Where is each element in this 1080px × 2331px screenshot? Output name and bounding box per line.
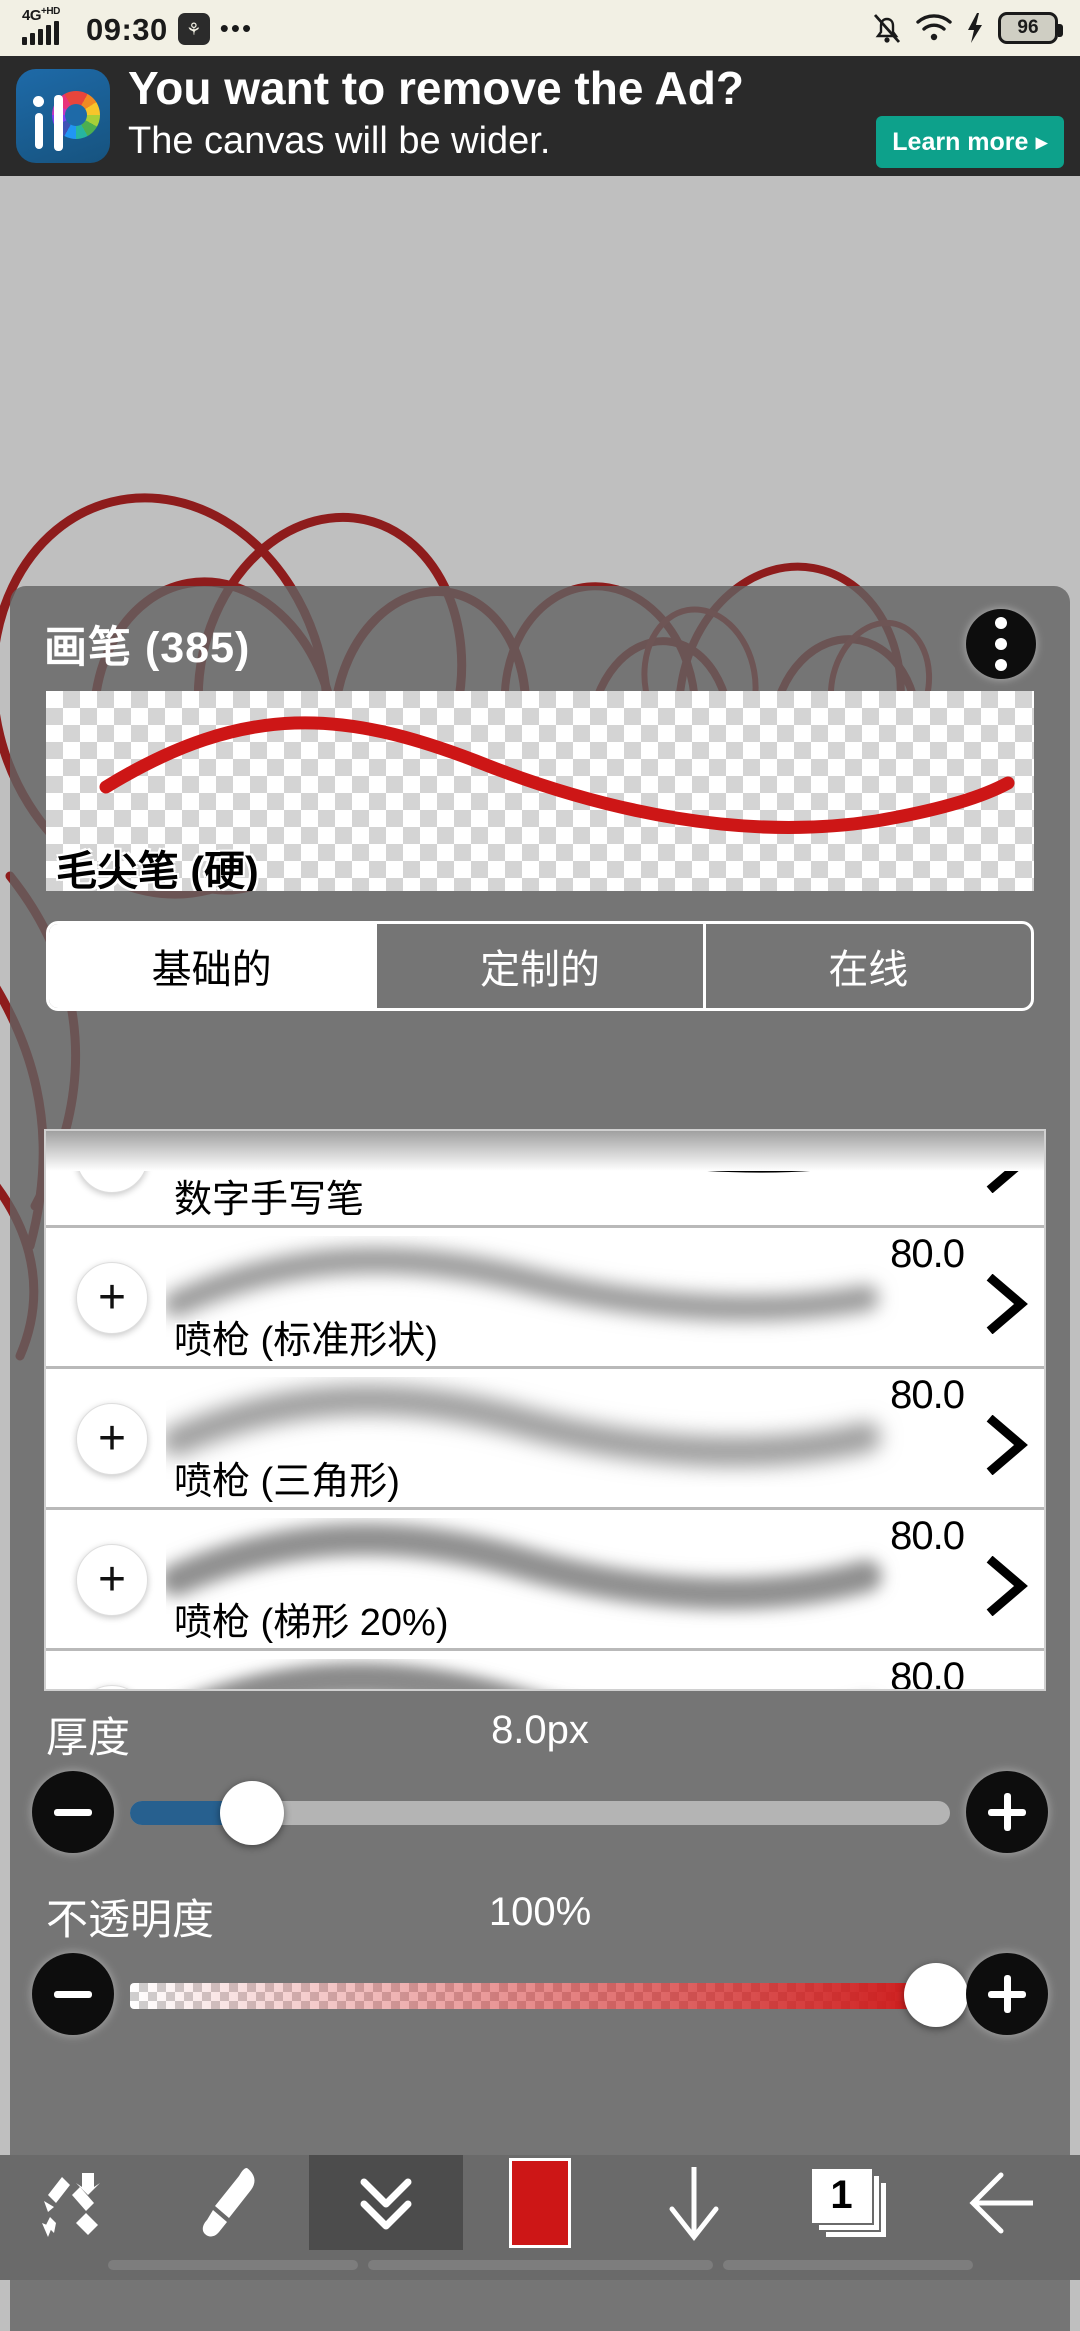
status-right: 96 [872, 11, 1063, 45]
swap-tool-icon [38, 2165, 116, 2241]
chevron-right-icon: ▸ [1035, 128, 1048, 157]
learn-more-button[interactable]: Learn more ▸ [876, 116, 1064, 169]
list-top-fade [46, 1131, 1044, 1171]
brush-tool-button[interactable] [154, 2155, 308, 2250]
brush-name: 喷枪 (三角形) [174, 1461, 400, 1503]
tab-custom[interactable]: 定制的 [377, 924, 706, 1008]
tab-online[interactable]: 在线 [706, 924, 1031, 1008]
page-title: 画笔 (385) [44, 623, 251, 672]
lightning-bolt-icon [966, 12, 984, 44]
brush-size-value: 80.0 [890, 1232, 965, 1276]
color-swatch [508, 2157, 571, 2248]
add-brush-icon[interactable]: + [76, 1262, 148, 1334]
table-row[interactable]: + 喷枪 (标准形状) 80.0 [46, 1228, 1044, 1369]
status-bar: 4G+HD 09:30 ⚘ ••• 96 [0, 0, 1080, 56]
plant-settings-icon: ⚘ [177, 13, 210, 45]
network-sup-label: +HD [41, 6, 60, 17]
chevron-right-icon[interactable] [984, 1274, 1030, 1334]
layers-icon: 1 [809, 2166, 888, 2239]
download-arrow-icon [664, 2163, 724, 2243]
wifi-icon [916, 13, 952, 43]
opacity-decrease-button[interactable] [32, 1953, 114, 2035]
brush-preview-name: 毛尖笔 (硬) [56, 848, 259, 891]
add-brush-icon[interactable]: + [76, 1403, 148, 1475]
brush-list[interactable]: + 数字手写笔 8.0 + 喷枪 (标准形状) 80 [44, 1129, 1046, 1691]
color-swatch-button[interactable] [463, 2155, 617, 2250]
table-row[interactable]: + 喷枪 (梯形 40%) 80.0 [46, 1651, 1044, 1691]
layers-button[interactable]: 1 [771, 2155, 925, 2250]
battery-indicator: 96 [998, 12, 1063, 44]
chevron-right-icon[interactable] [984, 1556, 1030, 1616]
signal-icon: 4G+HD [22, 6, 76, 45]
brush-panel: 画笔 (385) 毛尖笔 (硬) 基础的 定制的 在线 + 数字手写笔 [10, 586, 1070, 2331]
nav-hint-left[interactable] [107, 2260, 358, 2270]
table-row[interactable]: + 喷枪 (三角形) 80.0 [46, 1369, 1044, 1510]
brush-list-inner: + 数字手写笔 8.0 + 喷枪 (标准形状) 80 [46, 1131, 1044, 1691]
thickness-decrease-button[interactable] [32, 1771, 114, 1853]
back-arrow-icon [967, 2167, 1039, 2239]
ad-headline: You want to remove the Ad? [128, 61, 744, 114]
layer-count-label: 1 [809, 2166, 874, 2225]
collapse-panel-button[interactable] [308, 2155, 463, 2250]
add-brush-icon[interactable]: + [76, 1685, 148, 1689]
opacity-track[interactable] [130, 1953, 968, 2035]
status-left: 4G+HD 09:30 ⚘ ••• [22, 6, 254, 47]
panel-header: 画笔 (385) [10, 586, 1070, 701]
system-nav-bar [0, 2250, 1080, 2280]
thickness-value: 8.0px [491, 1708, 589, 1752]
brush-size-value: 80.0 [890, 1514, 965, 1558]
drawing-canvas[interactable]: 画笔 (385) 毛尖笔 (硬) 基础的 定制的 在线 + 数字手写笔 [0, 176, 1080, 2331]
brush-size-value: 80.0 [890, 1655, 965, 1691]
ad-text: You want to remove the Ad? The canvas wi… [128, 61, 1064, 169]
thickness-increase-button[interactable] [966, 1771, 1048, 1853]
ibis-paint-logo [16, 69, 110, 163]
brush-name: 喷枪 (梯形 20%) [174, 1602, 449, 1644]
learn-more-label: Learn more [892, 127, 1029, 156]
nav-hint-right[interactable] [722, 2260, 973, 2270]
brush-category-tabs: 基础的 定制的 在线 [46, 921, 1034, 1011]
brush-name: 喷枪 (标准形状) [174, 1320, 438, 1362]
opacity-increase-button[interactable] [966, 1953, 1048, 2035]
brush-name: 数字手写笔 [174, 1179, 365, 1221]
swap-tool-button[interactable] [0, 2155, 154, 2250]
nav-hint-center[interactable] [367, 2260, 713, 2270]
add-brush-icon[interactable]: + [76, 1544, 148, 1616]
brush-stroke-preview [166, 1659, 906, 1689]
thickness-thumb[interactable] [220, 1781, 285, 1845]
status-overflow-icon: ••• [219, 13, 254, 43]
bell-muted-icon [872, 11, 902, 45]
tab-basic[interactable]: 基础的 [49, 924, 378, 1008]
brush-tool-icon [199, 2164, 263, 2242]
table-row[interactable]: + 喷枪 (梯形 20%) 80.0 [46, 1510, 1044, 1651]
collapse-panel-icon [356, 2170, 416, 2236]
opacity-slider-block: 不透明度 100% [10, 1886, 1070, 2046]
thickness-track[interactable] [130, 1771, 950, 1853]
back-button[interactable] [926, 2155, 1080, 2250]
ad-banner[interactable]: You want to remove the Ad? The canvas wi… [0, 56, 1080, 176]
thickness-slider-block: 厚度 8.0px [10, 1704, 1070, 1864]
opacity-value: 100% [488, 1890, 592, 1934]
clock-label: 09:30 [86, 12, 168, 47]
bottom-toolbar: 1 [0, 2155, 1080, 2250]
chevron-right-icon[interactable] [984, 1415, 1030, 1475]
ad-subline: The canvas will be wider. [128, 120, 551, 163]
download-button[interactable] [617, 2155, 771, 2250]
battery-level-label: 96 [1017, 17, 1039, 38]
brush-size-value: 80.0 [890, 1373, 965, 1417]
opacity-thumb[interactable] [904, 1963, 968, 2027]
brush-preview: 毛尖笔 (硬) [46, 691, 1034, 891]
kebab-menu-icon[interactable] [966, 608, 1036, 679]
